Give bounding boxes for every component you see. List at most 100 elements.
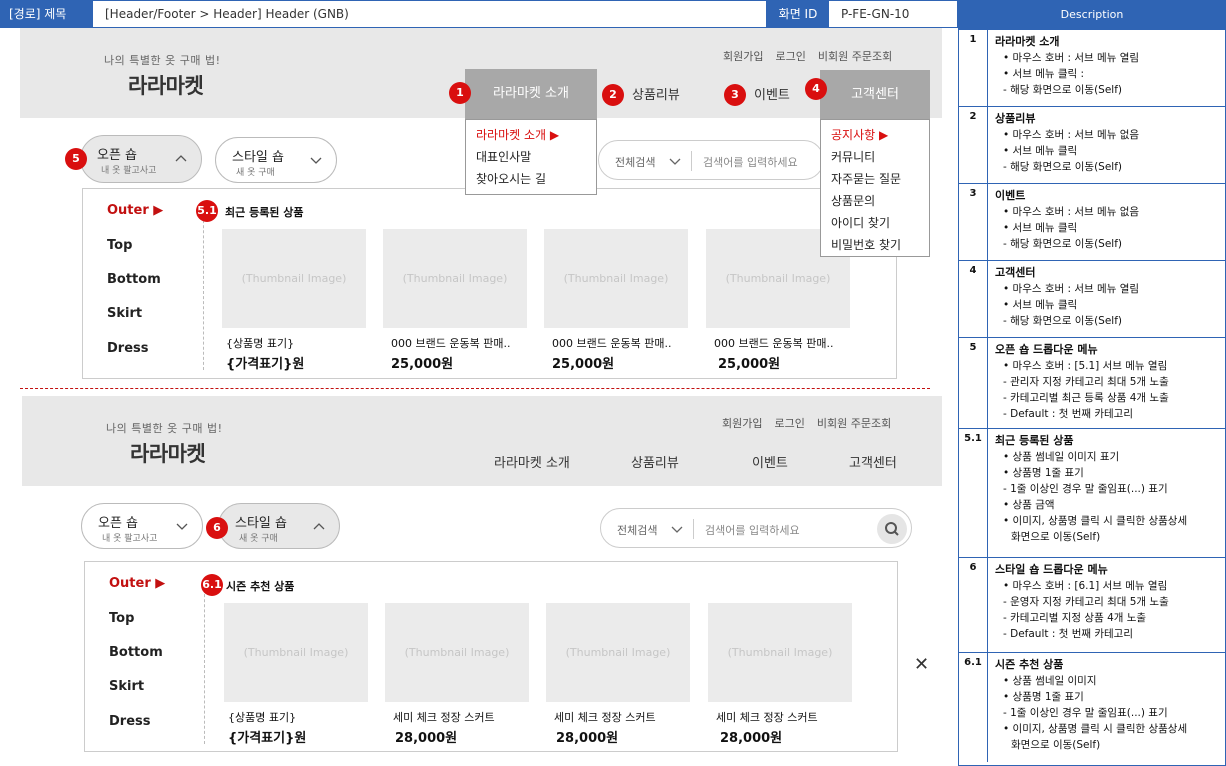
- nav-about[interactable]: 라라마켓 소개: [494, 452, 570, 471]
- description-line: • 상품 금액: [1003, 499, 1055, 511]
- description-line: • 마우스 호버 : [6.1] 서브 메뉴 열림: [1003, 580, 1168, 592]
- submenu-community[interactable]: 커뮤니티: [821, 146, 929, 168]
- category-dress[interactable]: Dress: [107, 341, 163, 375]
- description-line: • 서브 메뉴 클릭: [1003, 222, 1078, 234]
- description-line: - 1줄 이상인 경우 말 줄임표(...) 표기: [1003, 483, 1168, 495]
- product-thumbnail[interactable]: (Thumbnail Image): [383, 229, 527, 328]
- nav-cs[interactable]: 고객센터: [849, 452, 897, 471]
- submenu-find-pw[interactable]: 비밀번호 찾기: [821, 234, 929, 256]
- nav-review[interactable]: 상품리뷰: [631, 452, 679, 471]
- nav-about-active[interactable]: 라라마켓 소개: [465, 69, 597, 119]
- product-thumbnail[interactable]: (Thumbnail Image): [544, 229, 688, 328]
- submenu-product-qna[interactable]: 상품문의: [821, 190, 929, 212]
- product-name[interactable]: {상품명 표기}: [228, 709, 348, 725]
- open-shop-dropdown[interactable]: 오픈 숍 내 옷 팔고사고: [80, 135, 202, 183]
- style-shop-dropdown[interactable]: 스타일 숍 새 옷 구매: [215, 137, 337, 183]
- category-bottom[interactable]: Bottom: [107, 272, 163, 306]
- description-title: 오픈 숍 드롭다운 메뉴: [995, 343, 1098, 356]
- guest-order-link[interactable]: 비회원 주문조회: [818, 48, 892, 64]
- description-row: 4 고객센터 • 마우스 호버 : 서브 메뉴 열림 • 서브 메뉴 클릭 - 해당 화…: [959, 260, 1225, 337]
- about-submenu: 라라마켓 소개 ▶ 대표인사말 찾아오시는 길: [465, 119, 597, 195]
- product-thumbnail[interactable]: (Thumbnail Image): [224, 603, 368, 702]
- product-thumbnail[interactable]: (Thumbnail Image): [385, 603, 529, 702]
- product-name[interactable]: 000 브랜드 운동복 판매...: [391, 335, 511, 351]
- submenu-about[interactable]: 라라마켓 소개 ▶: [466, 124, 596, 146]
- badge-5: 5: [65, 148, 87, 170]
- description-row: 3 이벤트 • 마우스 호버 : 서브 메뉴 없음 • 서브 메뉴 클릭 - 해당 화면…: [959, 183, 1225, 260]
- product-price: 28,000원: [556, 731, 619, 746]
- search-button[interactable]: [877, 514, 907, 544]
- product-name[interactable]: 000 브랜드 운동복 판매...: [552, 335, 672, 351]
- open-shop-dropdown[interactable]: 오픈 숍 내 옷 팔고사고: [81, 503, 203, 549]
- path-value: [Header/Footer > Header] Header (GNB): [93, 1, 767, 27]
- product-name[interactable]: 세미 체크 정장 스커트: [554, 709, 684, 725]
- description-row: 6 스타일 숍 드롭다운 메뉴 • 마우스 호버 : [6.1] 서브 메뉴 열림 -…: [959, 557, 1225, 652]
- product-name[interactable]: 세미 체크 정장 스커트: [716, 709, 846, 725]
- nav-cs-active[interactable]: 고객센터: [820, 70, 930, 119]
- search-category[interactable]: 전체검색: [615, 154, 655, 170]
- category-skirt[interactable]: Skirt: [109, 679, 165, 714]
- submenu-location[interactable]: 찾아오시는 길: [466, 168, 596, 190]
- badge-6-1: 6.1: [201, 574, 223, 596]
- util-links: 회원가입 로그인 비회원 주문조회: [722, 415, 891, 431]
- product-thumbnail[interactable]: (Thumbnail Image): [222, 229, 366, 328]
- search-category[interactable]: 전체검색: [617, 522, 657, 538]
- description-line: • 마우스 호버 : [5.1] 서브 메뉴 열림: [1003, 360, 1168, 372]
- product-name[interactable]: 세미 체크 정장 스커트: [393, 709, 523, 725]
- submenu-find-id[interactable]: 아이디 찾기: [821, 212, 929, 234]
- submenu-notice[interactable]: 공지사항 ▶: [821, 124, 929, 146]
- nav-review[interactable]: 상품리뷰: [632, 84, 680, 103]
- cs-submenu: 공지사항 ▶ 커뮤니티 자주묻는 질문 상품문의 아이디 찾기 비밀번호 찾기: [820, 119, 930, 257]
- description-line: • 마우스 호버 : 서브 메뉴 없음: [1003, 129, 1140, 141]
- close-icon[interactable]: ✕: [914, 654, 929, 675]
- description-line: - 해당 화면으로 이동(Self): [1003, 315, 1123, 327]
- submenu-faq[interactable]: 자주묻는 질문: [821, 168, 929, 190]
- divider: [204, 584, 205, 744]
- description-line: - 1줄 이상인 경우 말 줄임표(...) 표기: [1003, 707, 1168, 719]
- description-num: 6: [959, 558, 988, 652]
- category-top[interactable]: Top: [109, 611, 165, 645]
- search-input[interactable]: 검색어를 입력하세요: [705, 522, 800, 538]
- season-products-title: 시즌 추천 상품: [226, 580, 295, 593]
- open-shop-sub: 내 옷 팔고사고: [102, 534, 158, 544]
- badge-1: 1: [449, 82, 471, 104]
- product-name[interactable]: 000 브랜드 운동복 판매...: [714, 335, 834, 351]
- description-line: • 상품 썸네일 이미지 표기: [1003, 451, 1120, 463]
- logo[interactable]: 라라마켓: [130, 438, 206, 468]
- recent-products-title: 최근 등록된 상품: [225, 206, 304, 219]
- description-line: • 이미지, 상품명 클릭 시 클릭한 상품상세: [1003, 515, 1188, 527]
- logo[interactable]: 라라마켓: [128, 70, 204, 100]
- category-outer[interactable]: Outer ▶: [109, 576, 165, 611]
- category-bottom[interactable]: Bottom: [109, 645, 165, 679]
- style-shop-dropdown[interactable]: 스타일 숍 새 옷 구매: [218, 503, 340, 549]
- badge-3: 3: [724, 84, 746, 106]
- search-bar[interactable]: 전체검색 검색어를 입력하세요: [598, 140, 824, 180]
- category-top[interactable]: Top: [107, 238, 163, 272]
- category-dress[interactable]: Dress: [109, 714, 165, 748]
- chevron-down-icon: [310, 157, 322, 164]
- badge-5-1: 5.1: [196, 200, 218, 222]
- search-bar[interactable]: 전체검색 검색어를 입력하세요: [600, 508, 912, 548]
- description-line: • 마우스 호버 : 서브 메뉴 열림: [1003, 283, 1140, 295]
- guest-order-link[interactable]: 비회원 주문조회: [817, 415, 891, 431]
- description-line: • 마우스 호버 : 서브 메뉴 열림: [1003, 52, 1140, 64]
- submenu-greeting[interactable]: 대표인사말: [466, 146, 596, 168]
- signup-link[interactable]: 회원가입: [723, 48, 763, 64]
- style-shop-sub: 새 옷 구매: [236, 168, 275, 178]
- product-thumbnail[interactable]: (Thumbnail Image): [708, 603, 852, 702]
- category-skirt[interactable]: Skirt: [107, 306, 163, 341]
- category-outer[interactable]: Outer ▶: [107, 203, 163, 238]
- signup-link[interactable]: 회원가입: [722, 415, 762, 431]
- description-title: 고객센터: [995, 266, 1036, 279]
- slogan: 나의 특별한 옷 구매 법!: [104, 54, 221, 67]
- product-name[interactable]: {상품명 표기}: [226, 335, 346, 351]
- nav-event[interactable]: 이벤트: [754, 84, 790, 103]
- product-price: 25,000원: [391, 357, 454, 372]
- description-num: 5.1: [959, 429, 988, 557]
- nav-event[interactable]: 이벤트: [752, 452, 788, 471]
- product-thumbnail[interactable]: (Thumbnail Image): [546, 603, 690, 702]
- login-link[interactable]: 로그인: [774, 415, 804, 431]
- search-input[interactable]: 검색어를 입력하세요: [703, 154, 798, 170]
- util-links: 회원가입 로그인 비회원 주문조회: [723, 48, 892, 64]
- login-link[interactable]: 로그인: [775, 48, 805, 64]
